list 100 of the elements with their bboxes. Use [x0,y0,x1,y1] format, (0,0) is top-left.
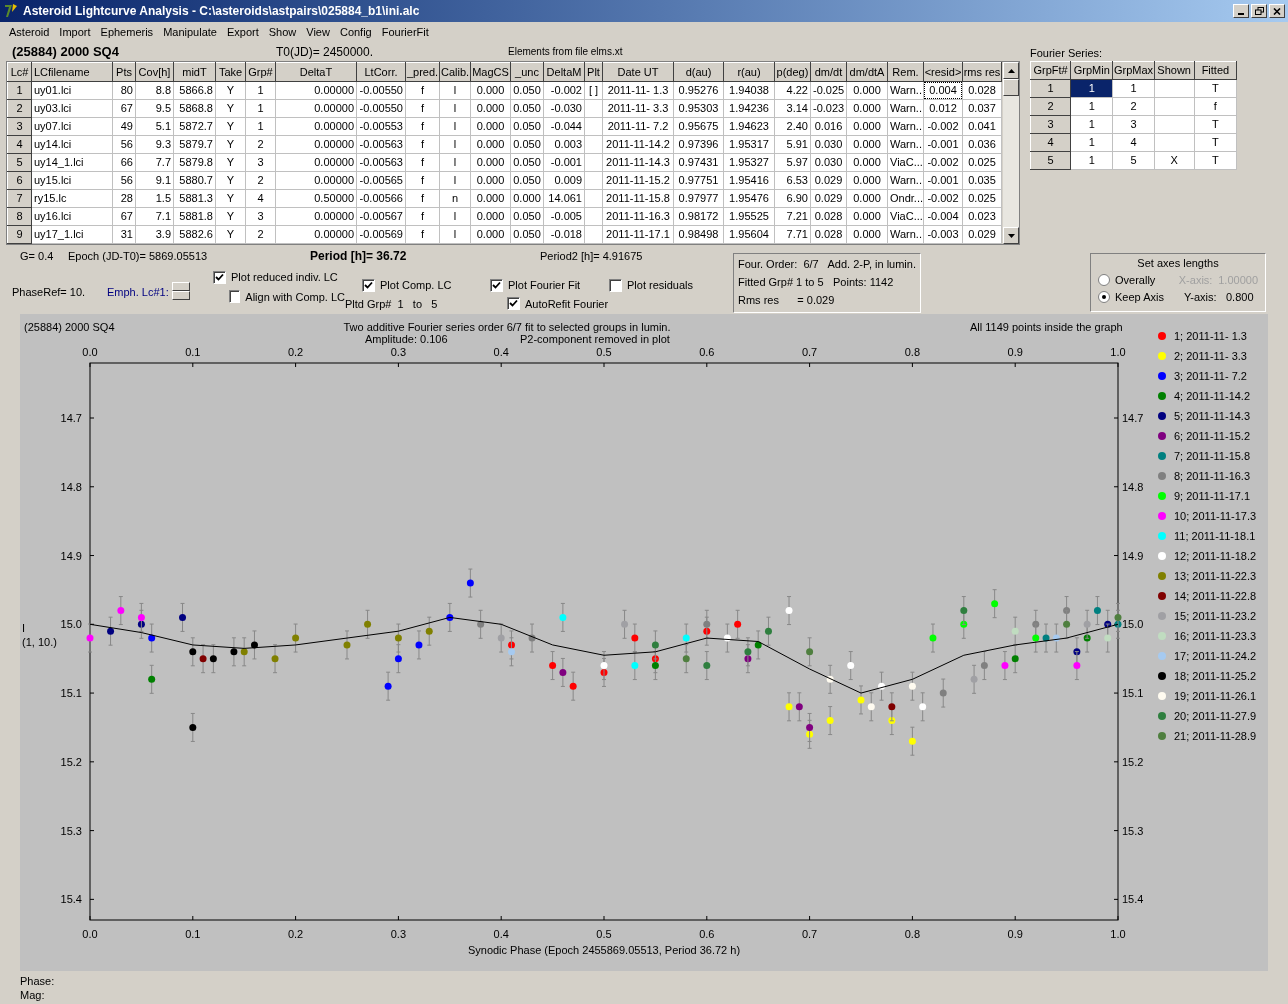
x-tick-label: 0.2 [287,928,304,940]
column-header[interactable]: dm/dtA [846,62,888,82]
column-header[interactable]: DeltaT [275,62,357,82]
y-tick-label: 14.7 [1122,412,1144,424]
table-cell: 0.004 [924,82,962,99]
table-cell-text: 0.000 [852,83,882,99]
table-cell-text: 7.7 [154,155,172,171]
table-cell-text: 5879.7 [178,137,214,153]
y-tick-label: 15.1 [60,687,82,700]
table-cell-text: 67 [119,209,134,225]
column-header[interactable]: Cov[h] [135,62,174,82]
checkbox[interactable]: Align with Comp. LC [229,288,345,305]
table-cell-text: 0.95675 [677,119,720,135]
y-tick-label: 15.4 [1122,893,1144,906]
table-cell-text: 80 [119,83,134,99]
component-note: P2-component removed in plot [520,333,670,345]
menu-item[interactable]: Manipulate [158,23,222,41]
table-cell-text: 0.012 [928,101,958,117]
menu-item[interactable]: FourierFit [376,23,434,41]
table-cell-text: -0.004 [926,209,960,225]
table-cell-text: 1.95327 [728,155,770,171]
table-cell-text: 0.97751 [677,173,720,189]
menu-item[interactable]: Import [54,23,96,41]
radio-button[interactable]: Keep Axis [1098,288,1184,306]
column-header[interactable]: rms res [962,62,1002,82]
table-cell-text: 0.000 [475,227,506,243]
axis-value: 0.800 [1226,289,1254,305]
column-header[interactable]: Grp# [245,62,276,82]
table-cell-text: Warn.. [889,173,923,189]
table-cell-text: 8.8 [154,83,172,99]
column-header[interactable]: LCfilename [31,62,113,82]
table-cell-text: 0.009 [553,173,583,189]
menu-item[interactable]: Export [221,23,264,41]
table-cell-text: 1.94623 [728,119,770,135]
table-cell-text: 0.050 [512,209,542,225]
column-header[interactable]: _unc [510,62,544,82]
column-header[interactable]: Pts [112,62,136,82]
column-header[interactable]: GrpFt# [1030,61,1071,80]
column-header[interactable]: Lc# [7,62,32,82]
table-cell-text: f [419,173,426,189]
menu-item[interactable]: View [301,23,335,41]
checkbox[interactable]: Plot reduced indiv. LC [213,269,345,286]
x-tick-label: 0.1 [185,346,201,358]
radio-button[interactable]: Overally [1098,271,1179,289]
table-cell-text: Y [225,137,236,153]
table-cell-text: 0.016 [813,119,844,135]
column-header[interactable]: GrpMin [1070,61,1113,80]
table-cell-text: l [452,83,458,99]
table-cell-text: 1.95604 [728,227,770,243]
y-tick-label: 15.0 [1122,618,1144,631]
column-header[interactable]: _pred. [405,62,440,82]
table-cell-text: 1 [256,119,265,135]
column-header[interactable]: MagCS [470,62,511,82]
table-cell-text: -0.005 [549,209,583,225]
column-header[interactable]: Calib. [439,62,471,82]
table-cell-text: 66 [119,155,134,171]
table-cell-text: 0.00000 [313,209,355,225]
column-header[interactable]: Date UT [602,62,674,82]
column-header[interactable]: LtCorr. [356,62,406,82]
x-axis-label: Synodic Phase (Epoch 2455869.05513, Period 36.72 h) [467,944,741,956]
checkbox[interactable]: Plot Comp. LC [362,277,490,294]
checkbox-label: Align with Comp. LC [245,289,345,303]
column-header[interactable]: r(au) [723,62,775,82]
column-header[interactable]: d(au) [673,62,724,82]
table-cell-text: 0.028 [813,209,844,225]
column-header[interactable]: dm/dt [810,62,847,82]
column-header[interactable]: Fitted [1194,61,1237,80]
table-cell-text: 2 [256,227,265,243]
column-header[interactable]: p(deg) [774,62,811,82]
table-cell-text: Y [225,191,236,207]
y-tick-label: 15.0 [60,618,82,631]
column-header[interactable]: Rem. [887,62,924,82]
menu-item[interactable]: Show [263,23,302,41]
period-value: Period [h]= 36.72 [310,248,408,265]
checkbox-label: Plot residuals [627,278,694,293]
column-header[interactable]: Take [215,62,246,82]
column-header[interactable]: <resid> [923,62,963,82]
table-cell-text: 0.000 [852,191,882,207]
table-cell-text: uy14_1.lci [33,155,85,171]
table-cell-text: 0.050 [512,227,542,243]
column-header[interactable]: Shown [1154,61,1195,80]
table-cell-text: 0.000 [852,119,882,135]
table-cell-text: Warn.. [889,101,923,117]
column-header[interactable]: midT [173,62,216,82]
table-cell-text: uy14.lci [33,137,73,153]
menu-item[interactable]: Ephemeris [95,23,159,41]
checkbox[interactable]: Plot Fourier Fit [490,277,609,294]
table-cell-text: 2011-11-15.8 [605,191,671,207]
x-tick-label: 0.4 [493,346,509,358]
table-cell-text: 7.71 [785,227,809,243]
checkbox[interactable]: Plot residuals [609,277,694,294]
table-cell-text: 3 [256,155,265,171]
table-cell-text: 9.3 [154,137,172,153]
menu-item[interactable]: Config [334,23,377,41]
column-header[interactable]: GrpMax [1112,61,1155,80]
checkbox-label: Plot Fourier Fit [508,278,581,293]
checkbox[interactable]: AutoRefit Fourier [507,295,609,312]
table-cell-text: 0.028 [813,227,844,243]
menu-item[interactable]: Asteroid [4,23,55,41]
column-header[interactable]: DeltaM [543,62,585,82]
